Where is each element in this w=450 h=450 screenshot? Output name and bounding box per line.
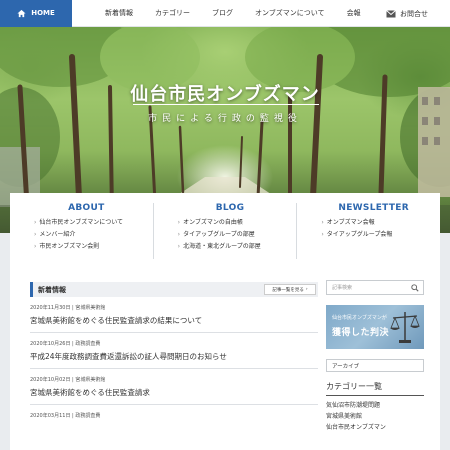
- news-article[interactable]: 2020年10月02日 | 宮城県美術館 宮城県美術館をめぐる住民監査請求: [30, 369, 318, 405]
- contact-label: お問合せ: [400, 9, 428, 18]
- home-icon: [17, 9, 26, 17]
- info-columns: ABOUT 仙台市民オンブズマンについて メンバー紹介 市民オンブズマン会則 B…: [10, 193, 440, 266]
- article-meta: 2020年03月11日 | 政務調査費: [30, 413, 101, 419]
- newsletter-link-tieup[interactable]: タイアップグループ会報: [321, 229, 426, 241]
- site-tagline: 市民による行政の監視役: [148, 114, 302, 124]
- home-label: HOME: [31, 9, 55, 17]
- news-heading: 新着情報: [38, 285, 66, 294]
- blog-column: BLOG オンブズマンの自由帳 タイアップグループの部屋 北海道・東北グループの…: [154, 203, 298, 259]
- article-title[interactable]: 平成24年度政務調査費返還訴訟の証人尋問期日のお知らせ: [30, 351, 318, 362]
- about-link-rules[interactable]: 市民オンブズマン会則: [34, 241, 139, 253]
- article-title[interactable]: 宮城県美術館をめぐる住民監査請求の結果について: [30, 315, 318, 326]
- blog-link-hokkaido[interactable]: 北海道・東北グループの部屋: [178, 241, 283, 253]
- archive-select[interactable]: アーカイブ: [326, 359, 424, 372]
- category-heading: カテゴリー一覧: [326, 381, 424, 396]
- blog-heading: BLOG: [215, 203, 245, 213]
- nav-item-newsletter[interactable]: 会報: [347, 8, 361, 18]
- search-placeholder: 記事検索: [332, 285, 353, 291]
- search-icon[interactable]: [411, 284, 419, 292]
- search-input[interactable]: 記事検索: [326, 280, 424, 295]
- article-meta: 2020年10月26日 | 政務調査費: [30, 341, 101, 347]
- article-meta: 2020年11月30日 | 宮城県美術館: [30, 305, 106, 311]
- newsletter-column: NEWSLETTER オンブズマン会報 タイアップグループ会報: [297, 203, 440, 259]
- category-item[interactable]: 宮城県美術館: [326, 412, 424, 422]
- news-article[interactable]: 2020年10月26日 | 政務調査費 平成24年度政務調査費返還訴訟の証人尋問…: [30, 333, 318, 369]
- view-all-articles-button[interactable]: 記事一覧を見る ›: [264, 284, 316, 295]
- newsletter-heading: NEWSLETTER: [338, 203, 409, 213]
- main-content: 新着情報 記事一覧を見る › 2020年11月30日 | 宮城県美術館 宮城県美…: [10, 266, 440, 450]
- nav-item-blog[interactable]: ブログ: [212, 8, 233, 18]
- about-link-members[interactable]: メンバー紹介: [34, 229, 139, 241]
- about-link-intro[interactable]: 仙台市民オンブズマンについて: [34, 217, 139, 229]
- site-title: 仙台市民オンブズマン: [130, 84, 320, 105]
- contact-link[interactable]: お問合せ: [386, 0, 428, 27]
- category-item[interactable]: 気仙沼市防潮堤問題: [326, 401, 424, 411]
- top-nav: HOME 新着情報 カテゴリー ブログ オンブズマンについて 会報 お問合せ: [0, 0, 450, 27]
- mail-icon: [386, 9, 396, 17]
- news-article[interactable]: 2020年11月30日 | 宮城県美術館 宮城県美術館をめぐる住民監査請求の結果…: [30, 297, 318, 333]
- category-item[interactable]: 仙台市民オンブズマン: [326, 423, 424, 433]
- article-meta: 2020年10月02日 | 宮城県美術館: [30, 377, 106, 383]
- nav-item-news[interactable]: 新着情報: [105, 8, 133, 18]
- news-section: 新着情報 記事一覧を見る › 2020年11月30日 | 宮城県美術館 宮城県美…: [30, 282, 318, 429]
- judgment-banner[interactable]: 仙台市民オンブズマンが 獲得した判決: [326, 305, 424, 349]
- newsletter-link-ombudsman[interactable]: オンブズマン会報: [321, 217, 426, 229]
- archive-label: アーカイブ: [332, 363, 360, 370]
- news-article[interactable]: 2020年03月11日 | 政務調査費: [30, 405, 318, 429]
- nav-item-about[interactable]: オンブズマンについて: [255, 8, 325, 18]
- home-button[interactable]: HOME: [0, 0, 72, 27]
- nav-item-category[interactable]: カテゴリー: [155, 8, 190, 18]
- main-menu: 新着情報 カテゴリー ブログ オンブズマンについて 会報: [105, 8, 383, 18]
- blog-link-tieup[interactable]: タイアップグループの部屋: [178, 229, 283, 241]
- scales-icon: [390, 312, 420, 343]
- article-title[interactable]: 宮城県美術館をめぐる住民監査請求: [30, 387, 318, 398]
- banner-caption: 仙台市民オンブズマンが: [332, 315, 387, 321]
- about-column: ABOUT 仙台市民オンブズマンについて メンバー紹介 市民オンブズマン会則: [10, 203, 154, 259]
- category-list: 気仙沼市防潮堤問題 宮城県美術館 仙台市民オンブズマン: [326, 401, 424, 433]
- sidebar: 記事検索 仙台市民オンブズマンが 獲得した判決 アーカイブ カテゴリー一覧 気仙…: [326, 280, 424, 433]
- news-header: 新着情報 記事一覧を見る ›: [30, 282, 318, 297]
- title-divider: [133, 104, 319, 105]
- blog-link-free[interactable]: オンブズマンの自由帳: [178, 217, 283, 229]
- banner-title: 獲得した判決: [332, 328, 390, 338]
- chevron-right-icon: ›: [305, 287, 308, 292]
- about-heading: ABOUT: [68, 203, 105, 213]
- view-all-label: 記事一覧を見る: [272, 287, 304, 293]
